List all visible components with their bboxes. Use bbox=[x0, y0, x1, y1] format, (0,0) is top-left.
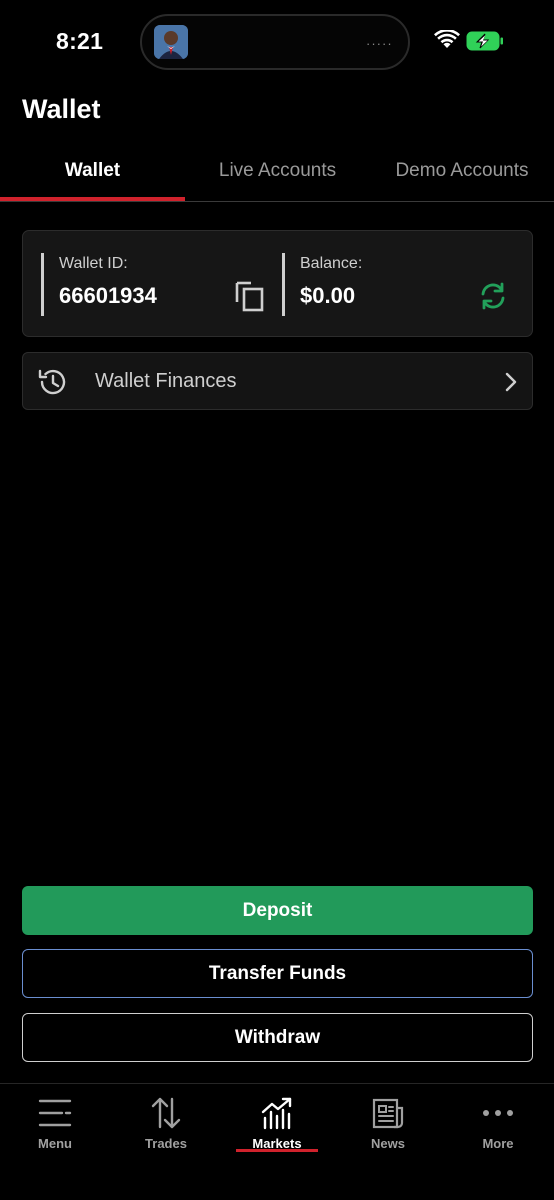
nav-markets[interactable]: Markets bbox=[227, 1096, 327, 1166]
nav-label: News bbox=[371, 1136, 405, 1151]
chevron-right-icon bbox=[505, 372, 517, 392]
news-icon bbox=[372, 1098, 404, 1129]
active-nav-indicator bbox=[236, 1149, 318, 1152]
refresh-icon[interactable] bbox=[477, 280, 509, 312]
transfer-funds-button[interactable]: Transfer Funds bbox=[22, 949, 533, 998]
wallet-id-label: Wallet ID: bbox=[59, 255, 128, 272]
tab-bar: Wallet Live Accounts Demo Accounts bbox=[0, 146, 554, 202]
avatar bbox=[154, 25, 188, 59]
more-icon bbox=[483, 1110, 513, 1116]
menu-icon bbox=[38, 1099, 72, 1127]
divider bbox=[41, 253, 44, 316]
dynamic-island[interactable]: ····· bbox=[140, 14, 410, 70]
tab-demo-accounts[interactable]: Demo Accounts bbox=[370, 160, 554, 182]
battery-charging-icon bbox=[466, 31, 503, 51]
markets-icon bbox=[261, 1097, 292, 1130]
active-tab-indicator bbox=[0, 197, 185, 201]
withdraw-button[interactable]: Withdraw bbox=[22, 1013, 533, 1062]
wallet-finances-label: Wallet Finances bbox=[95, 370, 237, 392]
history-icon bbox=[38, 369, 66, 395]
divider bbox=[282, 253, 285, 316]
trades-icon bbox=[151, 1097, 181, 1129]
status-time: 8:21 bbox=[56, 28, 104, 54]
nav-label: Menu bbox=[38, 1136, 72, 1151]
nav-trades[interactable]: Trades bbox=[116, 1096, 216, 1166]
nav-label: More bbox=[482, 1136, 514, 1151]
page-title: Wallet bbox=[22, 94, 101, 124]
island-activity-dots: ····· bbox=[366, 36, 393, 51]
wallet-card: Wallet ID: 66601934 Balance: $0.00 bbox=[22, 230, 533, 337]
nav-more[interactable]: More bbox=[448, 1096, 548, 1166]
tab-wallet[interactable]: Wallet bbox=[0, 160, 185, 182]
copy-icon[interactable] bbox=[233, 278, 267, 312]
balance-label: Balance: bbox=[300, 255, 363, 272]
wallet-id-value: 66601934 bbox=[59, 283, 157, 308]
deposit-button[interactable]: Deposit bbox=[22, 886, 533, 935]
nav-news[interactable]: News bbox=[338, 1096, 438, 1166]
wifi-icon bbox=[434, 30, 460, 48]
nav-label: Trades bbox=[145, 1136, 187, 1151]
nav-menu[interactable]: Menu bbox=[5, 1096, 105, 1166]
status-bar: 8:21 ····· bbox=[0, 0, 554, 80]
tab-live-accounts[interactable]: Live Accounts bbox=[185, 160, 370, 182]
balance-value: $0.00 bbox=[300, 283, 356, 308]
bottom-nav: Menu Trades Markets News More bbox=[0, 1083, 554, 1200]
wallet-finances-row[interactable]: Wallet Finances bbox=[22, 352, 533, 410]
